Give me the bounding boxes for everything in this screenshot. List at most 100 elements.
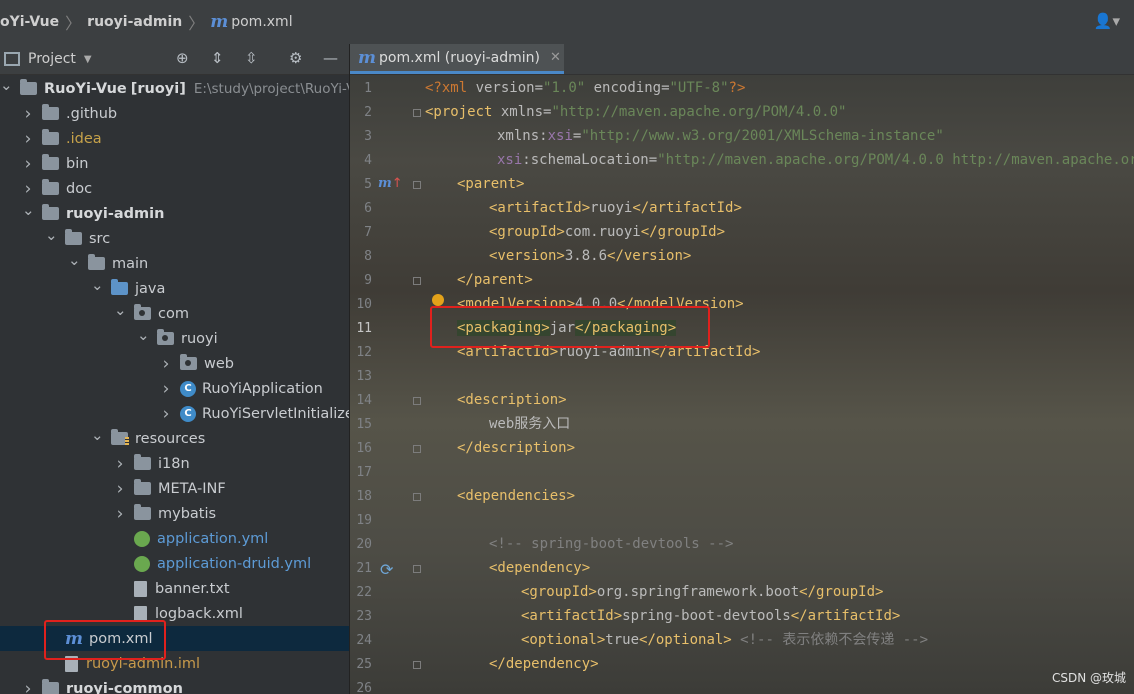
tree-item[interactable]: › .idea (0, 126, 349, 151)
tree-item-label: bin (66, 155, 89, 172)
tree-item-label: RuoYi-Vue (44, 80, 127, 97)
code-line: <dependencies> (457, 484, 575, 508)
tree-item[interactable]: ⌄ com (0, 301, 349, 326)
code-token: version (475, 80, 535, 96)
code-token: <?xml (425, 80, 476, 96)
folder-icon (42, 154, 59, 170)
tree-item-label: doc (66, 180, 93, 197)
minimize-icon[interactable]: — (323, 49, 338, 67)
tree-item[interactable]: ⌄ ruoyi-admin (0, 201, 349, 226)
chevron-right-icon[interactable]: › (114, 454, 126, 474)
locate-target-icon[interactable]: ⊕ (176, 49, 189, 67)
tree-item[interactable]: › .github (0, 101, 349, 126)
chevron-down-icon[interactable]: ⌄ (22, 201, 35, 219)
code-line: <optional>true</optional> <!-- 表示依赖不会传递 … (521, 628, 928, 652)
code-token: <dependency> (489, 560, 591, 576)
tree-item[interactable]: › C RuoYiApplication (0, 376, 349, 401)
tree-item[interactable]: ⌄ main (0, 251, 349, 276)
tree-item[interactable]: › web (0, 351, 349, 376)
close-icon[interactable]: ✕ (550, 50, 561, 65)
tree-item[interactable]: › doc (0, 176, 349, 201)
tree-item[interactable]: ›application.yml (0, 526, 349, 551)
chevron-down-icon[interactable]: ⌄ (91, 426, 104, 444)
project-view-selector[interactable]: Project ▼ (4, 51, 92, 67)
class-icon: C (180, 405, 196, 422)
chevron-down-icon[interactable]: ⌄ (91, 276, 104, 294)
tree-item[interactable]: › bin (0, 151, 349, 176)
chevron-right-icon[interactable]: › (160, 404, 172, 424)
package-icon (157, 329, 174, 345)
tree-item[interactable]: ⌄ resources (0, 426, 349, 451)
chevron-down-icon[interactable]: ⌄ (137, 326, 150, 344)
code-token: = (648, 152, 658, 168)
collapse-all-icon[interactable]: ⇳ (245, 49, 258, 67)
breadcrumb-item-module[interactable]: ruoyi-admin (87, 14, 182, 30)
code-area[interactable]: <?xml version="1.0" encoding="UTF-8"?> <p… (350, 75, 1134, 694)
code-token: xsi (497, 152, 523, 168)
source-folder-icon (111, 279, 128, 295)
gear-icon[interactable]: ⚙ (289, 49, 302, 67)
chevron-down-icon[interactable]: ⌄ (45, 226, 58, 244)
code-token: true (605, 632, 640, 648)
tree-item[interactable]: ›application-druid.yml (0, 551, 349, 576)
code-token: = (534, 80, 544, 96)
code-line: web服务入口 (489, 412, 570, 436)
code-token: <!-- 表示依赖不会传递 --> (740, 632, 929, 648)
tree-item[interactable]: ⌄ src (0, 226, 349, 251)
breadcrumb-item-file[interactable]: pom.xml (231, 14, 292, 30)
code-token: xmlns (500, 104, 544, 120)
tree-item[interactable]: › i18n (0, 451, 349, 476)
code-token: spring-boot-devtools (622, 608, 791, 624)
chevron-down-icon[interactable]: ⌄ (114, 301, 127, 319)
chevron-right-icon[interactable]: › (160, 379, 172, 399)
code-line: <groupId>com.ruoyi</groupId> (489, 220, 725, 244)
chevron-right-icon[interactable]: › (22, 129, 34, 149)
chevron-right-icon[interactable]: › (114, 479, 126, 499)
tree-item[interactable]: › META-INF (0, 476, 349, 501)
tree-item[interactable]: ⌄ java (0, 276, 349, 301)
chevron-right-icon[interactable]: › (160, 354, 172, 374)
chevron-down-icon[interactable]: ⌄ (68, 251, 81, 269)
editor: m pom.xml (ruoyi-admin) ✕ 1 2 3 4 5 6 7 8 9 10 11 1… (350, 44, 1134, 694)
intention-bulb-icon[interactable] (432, 294, 444, 306)
tree-item-label: banner.txt (155, 580, 230, 597)
code-token: schemaLocation (530, 152, 649, 168)
tree-item-label: application.yml (157, 530, 269, 547)
tree-item[interactable]: › C RuoYiServletInitialize (0, 401, 350, 426)
tree-item[interactable]: › mybatis (0, 501, 349, 526)
tree-item[interactable]: ⌄ ruoyi (0, 326, 349, 351)
chevron-right-icon[interactable]: › (114, 504, 126, 524)
expand-all-icon[interactable]: ⇕ (211, 49, 224, 67)
chevron-down-icon[interactable]: ⌄ (0, 76, 13, 94)
code-token: <groupId> (489, 224, 565, 240)
breadcrumb-item-project[interactable]: oYi-Vue (0, 14, 59, 30)
tree-item[interactable]: › ruoyi-common (0, 676, 349, 694)
user-account-icon[interactable]: 👤▾ (1094, 12, 1120, 30)
code-line: <!-- spring-boot-devtools --> (489, 532, 733, 556)
code-line: </description> (457, 436, 575, 460)
code-token: "http://maven.apache.org/POM/4.0.0 http:… (657, 152, 1134, 168)
code-line: <description> (457, 388, 567, 412)
tree-item-label: RuoYiServletInitialize (202, 405, 350, 422)
tree-item-module-name: [ruoyi] (130, 80, 186, 97)
code-token: "UTF-8" (669, 80, 729, 96)
tree-item-label: .idea (66, 130, 102, 147)
file-icon (134, 580, 147, 597)
breadcrumb: oYi-Vue 〉 ruoyi-admin 〉 m pom.xml (0, 10, 293, 34)
tree-item-path: E:\study\project\RuoYi-Vu (193, 80, 350, 97)
tree-item-label: resources (135, 430, 206, 447)
chevron-right-icon[interactable]: › (22, 154, 34, 174)
tree-item[interactable]: ⌄ RuoYi-Vue [ruoyi] E:\study\project\RuoYi-… (0, 76, 349, 101)
tab-pom-xml[interactable]: m pom.xml (ruoyi-admin) ✕ (350, 44, 564, 74)
code-token: ?> (728, 80, 746, 96)
tree-item[interactable]: ›banner.txt (0, 576, 349, 601)
tree-item-label: ruoyi (181, 330, 218, 347)
tree-item-label: .github (66, 105, 118, 122)
chevron-right-icon[interactable]: › (22, 179, 34, 199)
chevron-right-icon[interactable]: › (22, 104, 34, 124)
code-token: </parent> (457, 272, 533, 288)
highlight-box-packaging (430, 306, 710, 348)
chevron-right-icon[interactable]: › (22, 679, 34, 694)
project-panel: Project ▼ ⊕ ⇕ ⇳ ⚙ — ⌄ RuoYi-Vue [ruoyi] E:\… (0, 44, 350, 694)
